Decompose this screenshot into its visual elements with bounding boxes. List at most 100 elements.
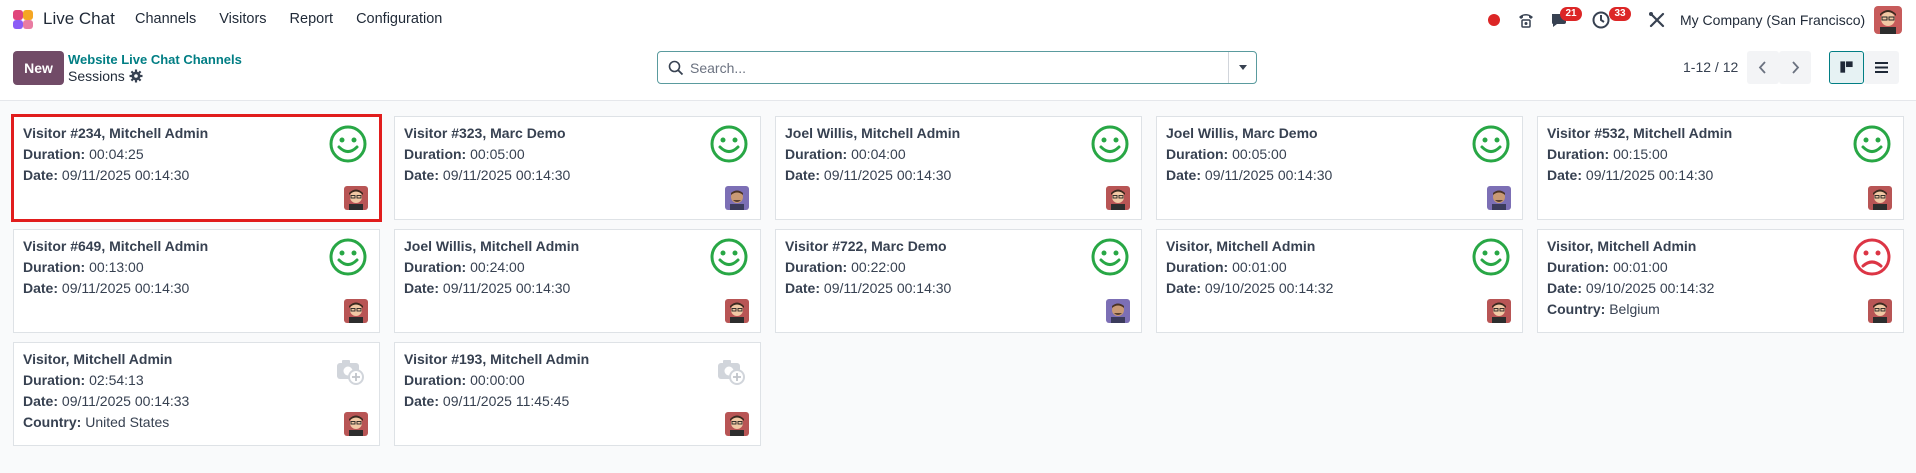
card-avatar[interactable]: [1487, 299, 1511, 323]
main-menu: Channels Visitors Report Configuration: [135, 11, 465, 27]
card-duration: Duration: 00:22:00: [785, 259, 906, 275]
kanban-card[interactable]: Joel Willis, Mitchell Admin Duration: 00:…: [775, 116, 1142, 220]
card-duration: Duration: 00:05:00: [1166, 146, 1287, 162]
card-country-value: United States: [81, 414, 170, 430]
card-duration-value: 00:01:00: [1228, 259, 1287, 275]
new-button[interactable]: New: [13, 51, 64, 85]
card-duration: Duration: 00:13:00: [23, 259, 144, 275]
user-avatar[interactable]: [1874, 6, 1902, 34]
card-duration: Duration: 00:24:00: [404, 259, 525, 275]
card-duration: Duration: 00:01:00: [1166, 259, 1287, 275]
card-avatar[interactable]: [1487, 186, 1511, 210]
kanban-card[interactable]: Joel Willis, Mitchell Admin Duration: 00:…: [394, 229, 761, 333]
smiley-happy-icon-graphic: [329, 238, 367, 276]
search-options-toggle[interactable]: [1228, 52, 1256, 83]
card-duration-value: 00:22:00: [847, 259, 906, 275]
list-icon: [1875, 62, 1888, 73]
card-duration: Duration: 00:15:00: [1547, 146, 1668, 162]
card-duration: Duration: 00:00:00: [404, 372, 525, 388]
chevron-left-icon: [1758, 61, 1766, 74]
card-avatar[interactable]: [725, 299, 749, 323]
card-date: Date: 09/11/2025 00:14:30: [1547, 167, 1713, 183]
list-view-button[interactable]: [1864, 51, 1899, 84]
add-photo-icon[interactable]: [709, 350, 749, 390]
card-duration-value: 00:01:00: [1609, 259, 1668, 275]
card-date-value: 09/11/2025 00:14:30: [58, 280, 190, 296]
card-country: Country: Belgium: [1547, 301, 1660, 317]
kanban-card[interactable]: Visitor #649, Mitchell Admin Duration: 00…: [13, 229, 380, 333]
card-duration-value: 00:05:00: [1228, 146, 1287, 162]
card-duration: Duration: 00:05:00: [404, 146, 525, 162]
smiley-happy-icon-graphic: [1472, 125, 1510, 163]
card-title: Visitor, Mitchell Admin: [1166, 238, 1316, 254]
card-avatar[interactable]: [1106, 186, 1130, 210]
card-date: Date: 09/11/2025 11:45:45: [404, 393, 569, 409]
card-date-label: Date:: [785, 167, 821, 183]
card-avatar[interactable]: [344, 299, 368, 323]
card-duration-value: 00:04:00: [847, 146, 906, 162]
card-date-value: 09/11/2025 00:14:30: [1582, 167, 1714, 183]
smiley-happy-icon: [328, 124, 368, 164]
card-avatar[interactable]: [725, 186, 749, 210]
phone-icon[interactable]: [1516, 10, 1536, 30]
status-dot-icon[interactable]: [1488, 14, 1500, 26]
pager-previous-button[interactable]: [1747, 51, 1779, 84]
avatar-image-icon: [344, 299, 368, 323]
search-input[interactable]: [690, 58, 1190, 78]
card-avatar[interactable]: [725, 412, 749, 436]
menu-configuration[interactable]: Configuration: [356, 11, 442, 27]
card-avatar[interactable]: [1106, 299, 1130, 323]
card-avatar[interactable]: [344, 186, 368, 210]
smiley-happy-icon-graphic: [329, 125, 367, 163]
card-avatar[interactable]: [1868, 299, 1892, 323]
live-chat-app-icon[interactable]: [12, 8, 34, 30]
card-date-label: Date:: [1166, 280, 1202, 296]
avatar-image-icon: [1487, 186, 1511, 210]
kanban-card[interactable]: Joel Willis, Marc Demo Duration: 00:05:00…: [1156, 116, 1523, 220]
card-title: Joel Willis, Mitchell Admin: [785, 125, 961, 141]
pager-next-button[interactable]: [1779, 51, 1811, 84]
gear-icon[interactable]: [129, 69, 143, 83]
control-panel: New Website Live Chat Channels Sessions …: [0, 40, 1916, 101]
card-date-label: Date:: [404, 167, 440, 183]
kanban-card[interactable]: Visitor, Mitchell Admin Duration: 00:01:0…: [1537, 229, 1904, 333]
avatar-image-icon: [725, 299, 749, 323]
card-date-value: 09/11/2025 00:14:30: [820, 280, 952, 296]
kanban-card[interactable]: Visitor #532, Mitchell Admin Duration: 00…: [1537, 116, 1904, 220]
card-title: Visitor #323, Marc Demo: [404, 125, 566, 141]
clock-icon[interactable]: [1591, 10, 1611, 30]
card-country-label: Country:: [23, 414, 82, 430]
kanban-card[interactable]: Visitor #722, Marc Demo Duration: 00:22:0…: [775, 229, 1142, 333]
menu-visitors[interactable]: Visitors: [219, 11, 266, 27]
kanban-card[interactable]: Visitor #234, Mitchell Admin Duration: 00…: [11, 114, 382, 222]
card-date: Date: 09/11/2025 00:14:30: [23, 280, 189, 296]
tools-icon[interactable]: [1647, 10, 1667, 30]
card-date-value: 09/11/2025 00:14:30: [820, 167, 952, 183]
breadcrumb-parent-link[interactable]: Website Live Chat Channels: [68, 52, 242, 67]
app-title[interactable]: Live Chat: [43, 9, 115, 29]
avatar-image-icon: [1868, 299, 1892, 323]
card-title: Visitor #532, Mitchell Admin: [1547, 125, 1733, 141]
smiley-happy-icon: [709, 124, 749, 164]
kanban-icon: [1840, 61, 1853, 73]
card-duration-value: 00:24:00: [466, 259, 525, 275]
company-switcher[interactable]: My Company (San Francisco): [1680, 12, 1865, 28]
kanban-view-button[interactable]: [1829, 51, 1864, 84]
card-date: Date: 09/11/2025 00:14:33: [23, 393, 189, 409]
kanban-card[interactable]: Visitor #323, Marc Demo Duration: 00:05:0…: [394, 116, 761, 220]
card-country-label: Country:: [1547, 301, 1606, 317]
card-avatar[interactable]: [344, 412, 368, 436]
add-photo-icon[interactable]: [328, 350, 368, 390]
menu-report[interactable]: Report: [290, 11, 334, 27]
card-duration: Duration: 00:04:25: [23, 146, 144, 162]
pager-value[interactable]: 1-12 / 12: [1683, 59, 1738, 75]
card-avatar[interactable]: [1868, 186, 1892, 210]
kanban-card[interactable]: Visitor, Mitchell Admin Duration: 00:01:0…: [1156, 229, 1523, 333]
menu-channels[interactable]: Channels: [135, 11, 196, 27]
kanban-card[interactable]: Visitor #193, Mitchell Admin Duration: 00…: [394, 342, 761, 446]
kanban-card[interactable]: Visitor, Mitchell Admin Duration: 02:54:1…: [13, 342, 380, 446]
card-duration-value: 02:54:13: [85, 372, 144, 388]
activity-count-badge: 33: [1609, 7, 1631, 21]
smiley-happy-icon: [1471, 124, 1511, 164]
card-duration-label: Duration:: [404, 259, 467, 275]
